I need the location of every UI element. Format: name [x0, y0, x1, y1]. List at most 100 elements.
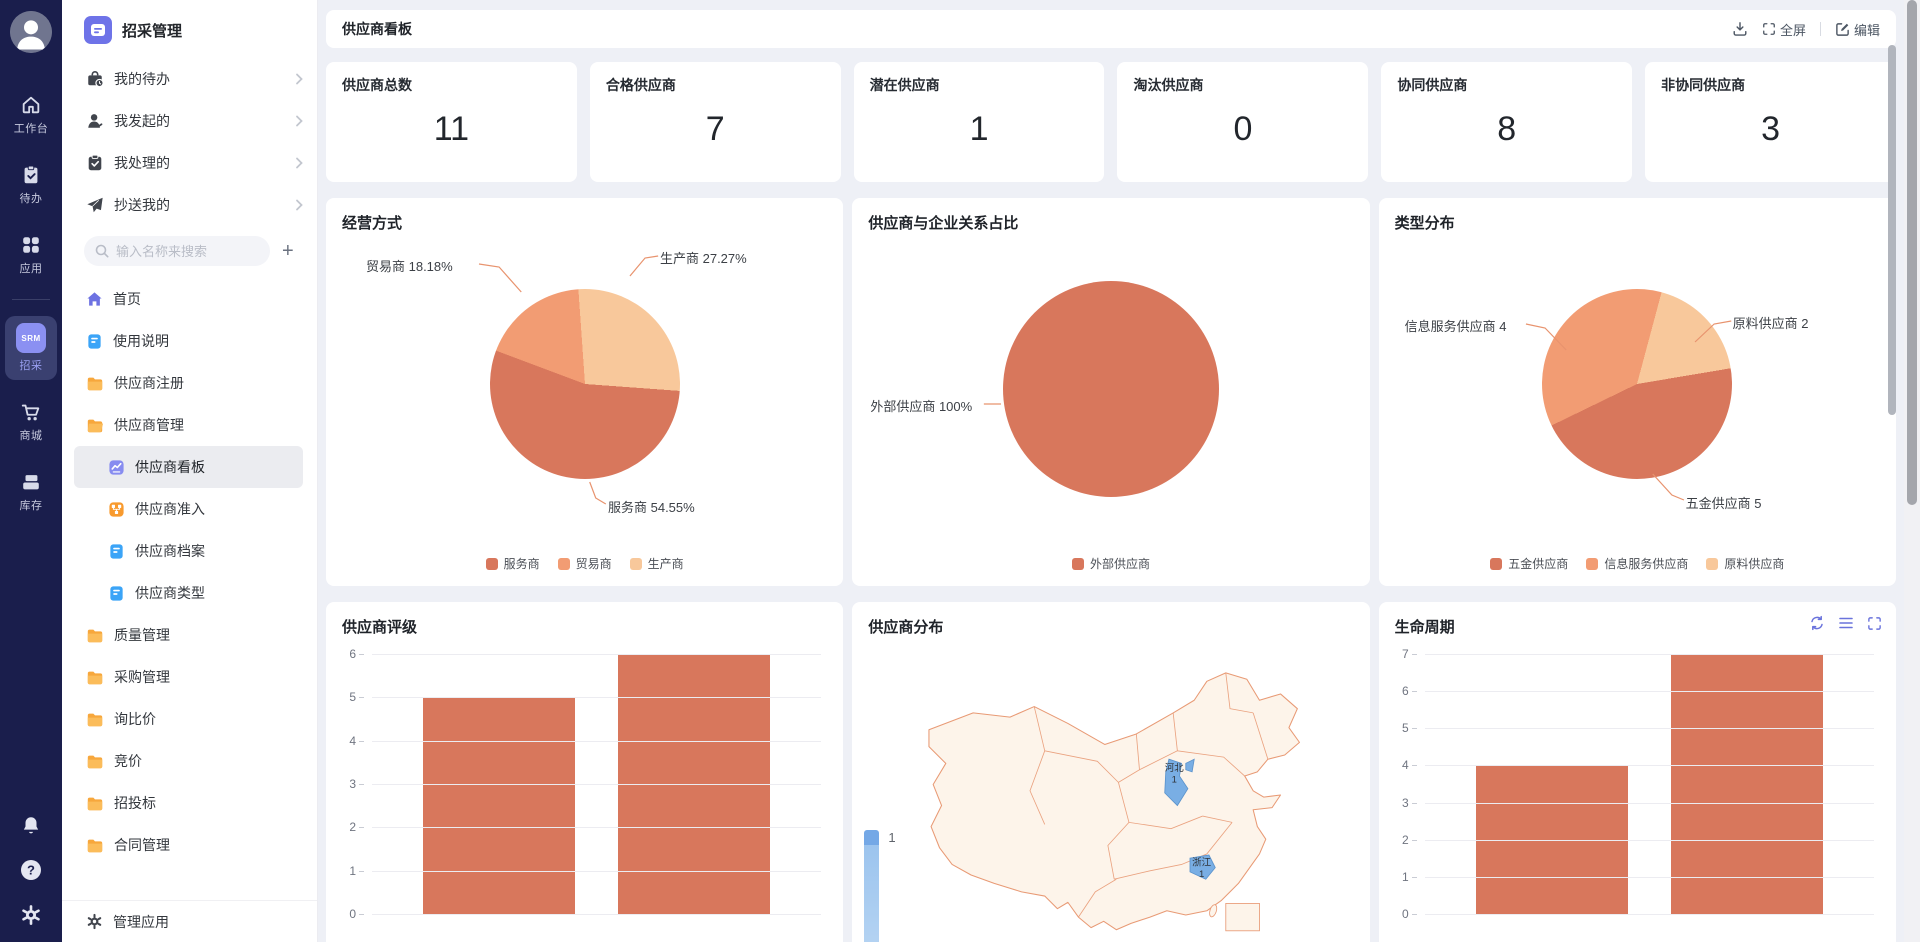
rail-item-mall[interactable]: 商城 — [5, 394, 57, 450]
chart-card-business-mode: 经营方式 贸易商 18.18% 生产商 27.27% 服务商 54.55% — [326, 198, 843, 586]
legend-swatch — [630, 558, 642, 570]
stat-value: 8 — [1397, 95, 1616, 169]
rail-item-label: 商城 — [20, 427, 43, 443]
sidebar-item-supplier-management[interactable]: 供应商管理 — [62, 404, 317, 446]
app-logo-icon — [84, 16, 112, 44]
edit-button[interactable]: 编辑 — [1835, 20, 1880, 39]
stat-label: 协同供应商 — [1397, 75, 1616, 95]
folder-icon — [86, 711, 104, 727]
user-avatar[interactable] — [10, 11, 52, 53]
gear-icon — [86, 913, 103, 930]
sidebar-item-supplier-register[interactable]: 供应商注册 — [62, 362, 317, 404]
chart-card-supplier-rating: 供应商评级 0123456 — [326, 602, 843, 942]
map-value-hebei: 1 — [1172, 774, 1177, 785]
legend-item[interactable]: 贸易商 — [558, 555, 612, 572]
pie-label-connectors — [1379, 234, 1896, 534]
rail-item-srm-selected[interactable]: SRM 招采 — [5, 316, 57, 380]
sidebar-item-quality-management[interactable]: 质量管理 — [62, 614, 317, 656]
pie-chart-business-mode: 贸易商 18.18% 生产商 27.27% 服务商 54.55% — [326, 234, 843, 534]
stat-label: 非协同供应商 — [1661, 75, 1880, 95]
folder-icon — [86, 627, 104, 643]
blue-doc-icon — [86, 333, 103, 350]
sidebar-item-supplier-type[interactable]: 供应商类型 — [62, 572, 317, 614]
visualmap-bar[interactable] — [864, 830, 879, 942]
help-icon[interactable]: ? — [19, 858, 43, 882]
rail-item-todo[interactable]: 待办 — [5, 157, 57, 213]
rail-item-apps[interactable]: 应用 — [5, 227, 57, 283]
svg-text:?: ? — [27, 863, 35, 878]
refresh-icon[interactable] — [1809, 615, 1825, 631]
todo-clipboard-icon — [20, 164, 42, 186]
sidebar-item-label: 我的待办 — [114, 69, 170, 89]
gridline — [1425, 840, 1874, 841]
sidebar-item-supplier-admission[interactable]: 供应商准入 — [62, 488, 317, 530]
chart-title: 供应商评级 — [342, 616, 417, 637]
sidebar-item-manage-apps[interactable]: 管理应用 — [62, 900, 317, 942]
legend-label: 五金供应商 — [1508, 555, 1568, 572]
bag-clock-icon — [86, 70, 104, 88]
pie-label-connectors — [326, 234, 843, 534]
folder-icon — [86, 669, 104, 685]
add-button[interactable]: + — [278, 239, 298, 263]
apps-grid-icon — [20, 234, 42, 256]
blue-doc-icon — [108, 543, 125, 560]
menu-icon[interactable] — [1838, 615, 1854, 631]
chart-title: 类型分布 — [1395, 212, 1455, 233]
sidebar-item-tendering[interactable]: 招投标 — [62, 782, 317, 824]
legend-item[interactable]: 五金供应商 — [1490, 555, 1568, 572]
legend-item[interactable]: 服务商 — [486, 555, 540, 572]
sidebar-item-rfq[interactable]: 询比价 — [62, 698, 317, 740]
sidebar-item-home[interactable]: 首页 — [62, 278, 317, 320]
folder-icon — [86, 753, 104, 769]
rail-item-workbench[interactable]: 工作台 — [5, 87, 57, 143]
sidebar-item-user-guide[interactable]: 使用说明 — [62, 320, 317, 362]
legend-item[interactable]: 原料供应商 — [1706, 555, 1784, 572]
stat-cards-row: 供应商总数 11 合格供应商 7 潜在供应商 1 淘汰供应商 0 协同供应商 8… — [326, 62, 1896, 182]
sidebar-item-my-todo[interactable]: 我的待办 — [62, 58, 317, 100]
sidebar: 招采管理 我的待办 我发起的 — [62, 0, 318, 942]
y-tick-label: 5 — [349, 690, 356, 704]
legend-item[interactable]: 信息服务供应商 — [1586, 555, 1688, 572]
stat-card-qualified: 合格供应商 7 — [590, 62, 841, 182]
rail-item-inventory[interactable]: 库存 — [5, 464, 57, 520]
legend-swatch — [1586, 558, 1598, 570]
settings-gear-icon[interactable] — [20, 904, 42, 926]
sidebar-item-contract-management[interactable]: 合同管理 — [62, 824, 317, 866]
browser-scrollbar-thumb[interactable] — [1907, 0, 1917, 505]
chevron-right-icon — [295, 115, 303, 127]
legend-item[interactable]: 生产商 — [630, 555, 684, 572]
sidebar-item-supplier-dashboard-selected[interactable]: 供应商看板 — [74, 446, 303, 488]
paper-plane-icon — [86, 196, 104, 214]
browser-scrollbar-track[interactable] — [1904, 0, 1920, 942]
folder-open-icon — [86, 417, 104, 433]
legend-item[interactable]: 外部供应商 — [1072, 555, 1150, 572]
notifications-bell-icon[interactable] — [20, 814, 42, 836]
stat-value: 11 — [342, 95, 561, 169]
sidebar-item-cc-to-me[interactable]: 抄送我的 — [62, 184, 317, 226]
sidebar-item-procurement-management[interactable]: 采购管理 — [62, 656, 317, 698]
y-tick-label: 3 — [349, 777, 356, 791]
download-button[interactable] — [1732, 21, 1748, 37]
rail-item-label: 库存 — [20, 497, 43, 513]
china-map-stage: 河北 1 浙江 1 1 — [852, 602, 1369, 942]
visualmap-gradient — [864, 845, 879, 942]
pie-charts-row: 经营方式 贸易商 18.18% 生产商 27.27% 服务商 54.55% — [326, 198, 1896, 586]
panel-scrollbar-thumb[interactable] — [1888, 45, 1896, 415]
y-tick-label: 6 — [349, 647, 356, 661]
visualmap-cap — [864, 830, 879, 845]
y-tick-label: 2 — [1402, 833, 1409, 847]
legend-swatch — [1072, 558, 1084, 570]
sidebar-item-handled-by-me[interactable]: 我处理的 — [62, 142, 317, 184]
sidebar-item-label: 质量管理 — [114, 625, 170, 645]
pie-label: 五金供应商 5 — [1686, 493, 1762, 512]
y-tick-label: 4 — [1402, 758, 1409, 772]
sidebar-item-bidding-price[interactable]: 竞价 — [62, 740, 317, 782]
sidebar-item-label: 管理应用 — [113, 912, 169, 932]
sidebar-item-initiated-by-me[interactable]: 我发起的 — [62, 100, 317, 142]
expand-icon[interactable] — [1867, 616, 1882, 631]
clipboard-check-icon — [86, 154, 104, 172]
search-input[interactable] — [84, 236, 270, 266]
fullscreen-button[interactable]: 全屏 — [1762, 20, 1806, 39]
chart-card-lifecycle: 生命周期 — [1379, 602, 1896, 942]
sidebar-item-supplier-archive[interactable]: 供应商档案 — [62, 530, 317, 572]
